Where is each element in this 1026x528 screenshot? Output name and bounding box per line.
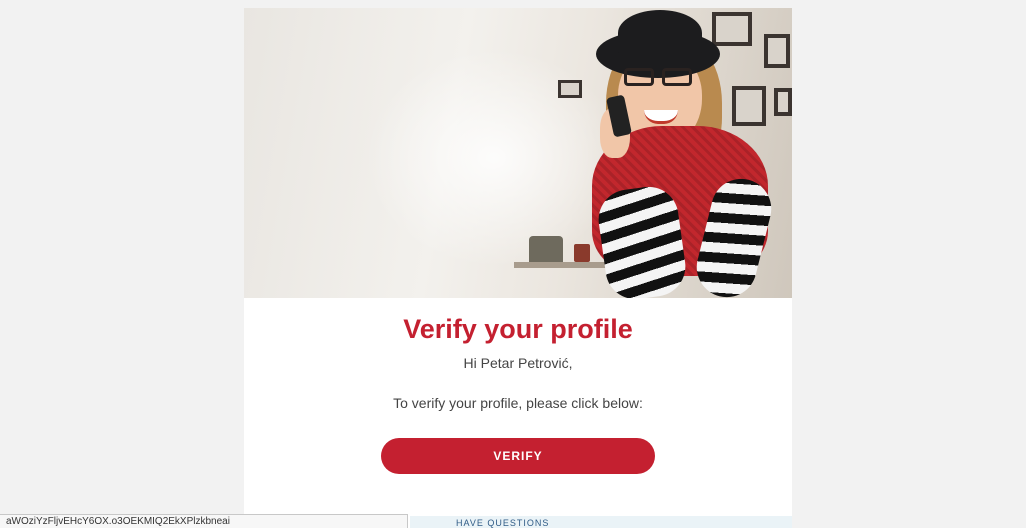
hat-crown <box>618 10 702 56</box>
woman-figure <box>584 8 792 298</box>
hero-image <box>244 8 792 298</box>
glasses <box>620 68 698 88</box>
plant <box>529 236 563 262</box>
wall-frame <box>558 80 582 98</box>
email-body: Verify your profile Hi Petar Petrović, T… <box>244 312 792 474</box>
verify-button[interactable]: VERIFY <box>381 438 655 474</box>
email-card: Verify your profile Hi Petar Petrović, T… <box>244 8 792 528</box>
questions-section-heading: HAVE QUESTIONS <box>410 516 792 528</box>
page-title: Verify your profile <box>403 314 633 344</box>
greeting-text: Hi Petar Petrović, <box>463 355 573 371</box>
instruction-text: To verify your profile, please click bel… <box>393 395 643 411</box>
status-bar-url: aWOziYzFljvEHcY6OX.o3OEKMIQ2EkXPlzkbneai <box>0 514 408 528</box>
